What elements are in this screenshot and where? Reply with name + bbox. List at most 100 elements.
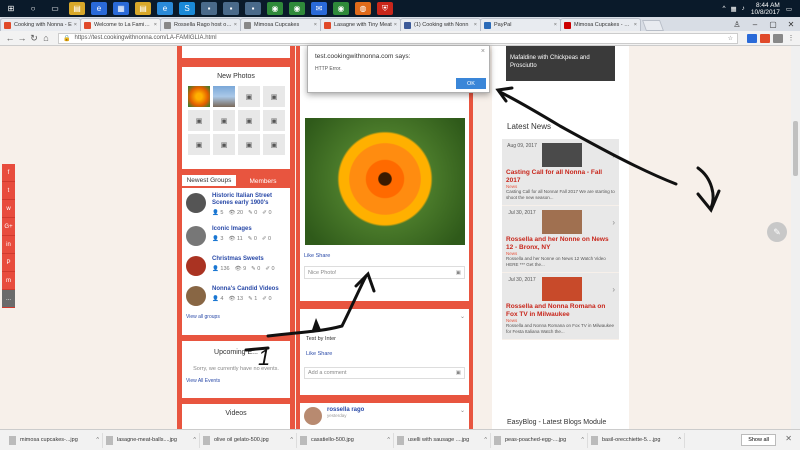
group-avatar[interactable] <box>186 256 206 276</box>
scrollbar-thumb[interactable] <box>793 121 798 176</box>
chat-icon[interactable]: ✎ <box>767 222 787 242</box>
download-item[interactable]: peas-poached-egg-....jpg ^ <box>491 432 588 448</box>
social-share-button[interactable]: m <box>2 272 15 290</box>
app-icon[interactable]: ▪ <box>245 2 261 15</box>
tab-close-icon[interactable]: × <box>314 22 317 28</box>
news-title-link[interactable]: Rossella and her Nonne on News 12 - Bron… <box>506 236 615 251</box>
photo-placeholder-icon[interactable]: ▣ <box>238 86 260 107</box>
featured-recipe[interactable]: Mafaldine with Chickpeas and Prosciutto <box>506 46 615 81</box>
tab-newest-groups[interactable]: Newest Groups <box>182 175 236 188</box>
chevron-up-icon[interactable]: ^ <box>484 437 487 443</box>
group-title-link[interactable]: Historic Italian Street Scenes early 190… <box>212 193 286 207</box>
photo-placeholder-icon[interactable]: ▣ <box>213 134 235 155</box>
social-share-button[interactable]: w <box>2 200 15 218</box>
browser-tab[interactable]: (1) Cooking with Nonn × <box>400 18 481 31</box>
photo-placeholder-icon[interactable]: ▣ <box>263 110 285 131</box>
add-comment-input[interactable]: Add a comment ▣ <box>304 367 465 379</box>
like-share-links[interactable]: Like Share <box>300 347 469 361</box>
task-view-icon[interactable]: ▭ <box>47 2 63 15</box>
browser-tab[interactable]: Mimosa Cupcakes × <box>240 18 321 31</box>
download-item[interactable]: mimosa cupcakes-...jpg ^ <box>6 432 103 448</box>
photo-placeholder-icon[interactable]: ▣ <box>238 134 260 155</box>
avatar[interactable] <box>304 407 322 425</box>
photo-thumbnail[interactable] <box>213 86 235 107</box>
download-item[interactable]: lasagne-meat-balls....jpg ^ <box>103 432 200 448</box>
back-icon[interactable]: ← <box>4 33 16 43</box>
home-icon[interactable]: ⌂ <box>40 33 52 43</box>
download-item[interactable]: uselli with sausage ....jpg ^ <box>394 432 491 448</box>
view-all-groups-link[interactable]: View all groups <box>182 311 290 323</box>
chevron-up-icon[interactable]: ^ <box>290 437 293 443</box>
group-avatar[interactable] <box>186 193 206 213</box>
chevron-right-icon[interactable]: › <box>612 285 615 294</box>
group-title-link[interactable]: Nonna's Candid Videos <box>212 286 279 293</box>
mail-icon[interactable]: ✉ <box>311 2 327 15</box>
chevron-down-icon[interactable]: ⌄ <box>460 313 465 327</box>
extension-icon[interactable] <box>773 33 783 43</box>
star-icon[interactable]: ☆ <box>728 35 733 42</box>
download-item[interactable]: olive oil gelato-500.jpg ^ <box>200 432 297 448</box>
show-all-button[interactable]: Show all <box>741 434 776 446</box>
store-icon[interactable]: ▦ <box>113 2 129 15</box>
news-thumbnail[interactable] <box>542 143 582 167</box>
reload-icon[interactable]: ↻ <box>28 33 40 44</box>
photo-placeholder-icon[interactable]: ▣ <box>213 110 235 131</box>
browser-tab[interactable]: Cooking with Nonna - E × <box>0 18 81 31</box>
chevron-down-icon[interactable]: ⌄ <box>460 407 465 425</box>
tab-close-icon[interactable]: × <box>634 22 637 28</box>
close-window-icon[interactable]: ✕ <box>782 20 800 29</box>
social-share-button[interactable]: t <box>2 182 15 200</box>
edge-icon[interactable]: e <box>91 2 107 15</box>
chrome-icon[interactable]: ◉ <box>267 2 283 15</box>
photo-placeholder-icon[interactable]: ▣ <box>188 134 210 155</box>
ie-icon[interactable]: e <box>157 2 173 15</box>
file-explorer-icon[interactable]: ▤ <box>69 2 85 15</box>
tab-close-icon[interactable]: × <box>394 22 397 28</box>
user-icon[interactable]: ♙ <box>728 20 746 29</box>
page-scrollbar[interactable] <box>791 46 800 429</box>
news-item[interactable]: Jul 30, 2017 › Rossella and Nonna Romana o… <box>502 273 619 340</box>
photo-thumbnail[interactable] <box>188 86 210 107</box>
social-share-button[interactable]: G+ <box>2 218 15 236</box>
browser-tab[interactable]: Welcome to La Famiglia × <box>80 18 161 31</box>
social-share-button[interactable]: f <box>2 164 15 182</box>
tab-close-icon[interactable]: × <box>554 22 557 28</box>
camera-icon[interactable]: ▣ <box>456 270 461 276</box>
news-item[interactable]: Jul 30, 2017 › Rossella and her Nonne on N… <box>502 206 619 273</box>
maximize-icon[interactable]: ▢ <box>764 20 782 29</box>
photo-placeholder-icon[interactable]: ▣ <box>238 110 260 131</box>
menu-icon[interactable]: ⋮ <box>786 34 796 43</box>
forward-icon[interactable]: → <box>16 33 28 43</box>
like-share-links[interactable]: Like Share <box>300 245 469 263</box>
news-title-link[interactable]: Casting Call for all Nonna - Fall 2017 <box>506 169 615 184</box>
download-item[interactable]: casatiello-500.jpg ^ <box>297 432 394 448</box>
news-item[interactable]: Aug 09, 2017 › Casting Call for all Nonna … <box>502 139 619 206</box>
close-icon[interactable]: ✕ <box>785 434 792 443</box>
group-title-link[interactable]: Iconic Images <box>212 226 276 233</box>
minimize-icon[interactable]: – <box>746 20 764 29</box>
dialog-close-button[interactable]: × <box>481 48 485 55</box>
browser-tab[interactable]: PayPal × <box>480 18 561 31</box>
news-title-link[interactable]: Rossella and Nonna Romana on Fox TV in M… <box>506 303 615 318</box>
app-icon[interactable]: ▪ <box>223 2 239 15</box>
chevron-up-icon[interactable]: ^ <box>96 437 99 443</box>
camera-icon[interactable]: ▣ <box>456 370 461 376</box>
folder-icon[interactable]: ▤ <box>135 2 151 15</box>
windows-icon[interactable]: ⊞ <box>3 2 19 15</box>
group-title-link[interactable]: Christmas Sweets <box>212 256 280 263</box>
photo-placeholder-icon[interactable]: ▣ <box>188 110 210 131</box>
news-thumbnail[interactable] <box>542 277 582 301</box>
chevron-right-icon[interactable]: › <box>612 218 615 227</box>
skype-icon[interactable]: S <box>179 2 195 15</box>
dialog-ok-button[interactable]: OK <box>456 78 486 89</box>
chevron-right-icon[interactable]: › <box>612 151 615 160</box>
photo-placeholder-icon[interactable]: ▣ <box>263 86 285 107</box>
extension-icon[interactable] <box>760 33 770 43</box>
chevron-up-icon[interactable]: ^ <box>581 437 584 443</box>
chevron-up-icon[interactable]: ^ <box>387 437 390 443</box>
new-tab-button[interactable] <box>641 20 665 31</box>
url-input[interactable]: 🔒 https://test.cookingwithnonna.com/LA-F… <box>58 32 738 44</box>
clock[interactable]: 8:44 AM 10/8/2017 <box>751 2 780 16</box>
view-all-events-link[interactable]: View All Events <box>182 372 290 387</box>
shield-icon[interactable]: ⛨ <box>377 2 393 15</box>
